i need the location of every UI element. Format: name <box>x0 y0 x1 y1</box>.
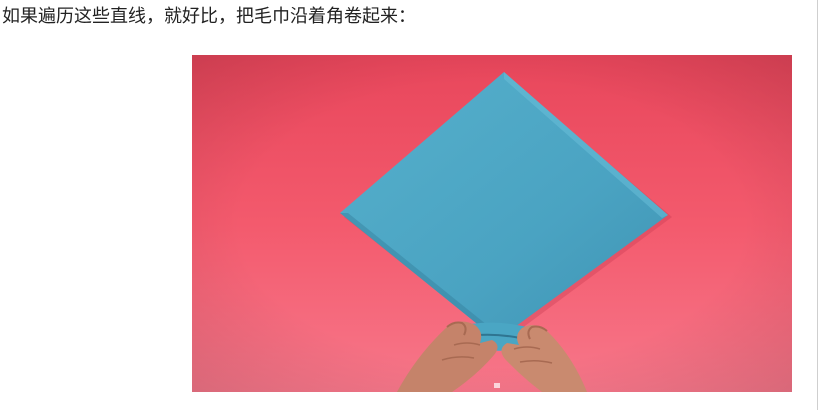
towel-rolling-image <box>192 55 792 392</box>
page: 如果遍历这些直线，就好比，把毛巾沿着角卷起来： <box>0 0 818 410</box>
caption-text: 如果遍历这些直线，就好比，把毛巾沿着角卷起来： <box>2 6 416 27</box>
